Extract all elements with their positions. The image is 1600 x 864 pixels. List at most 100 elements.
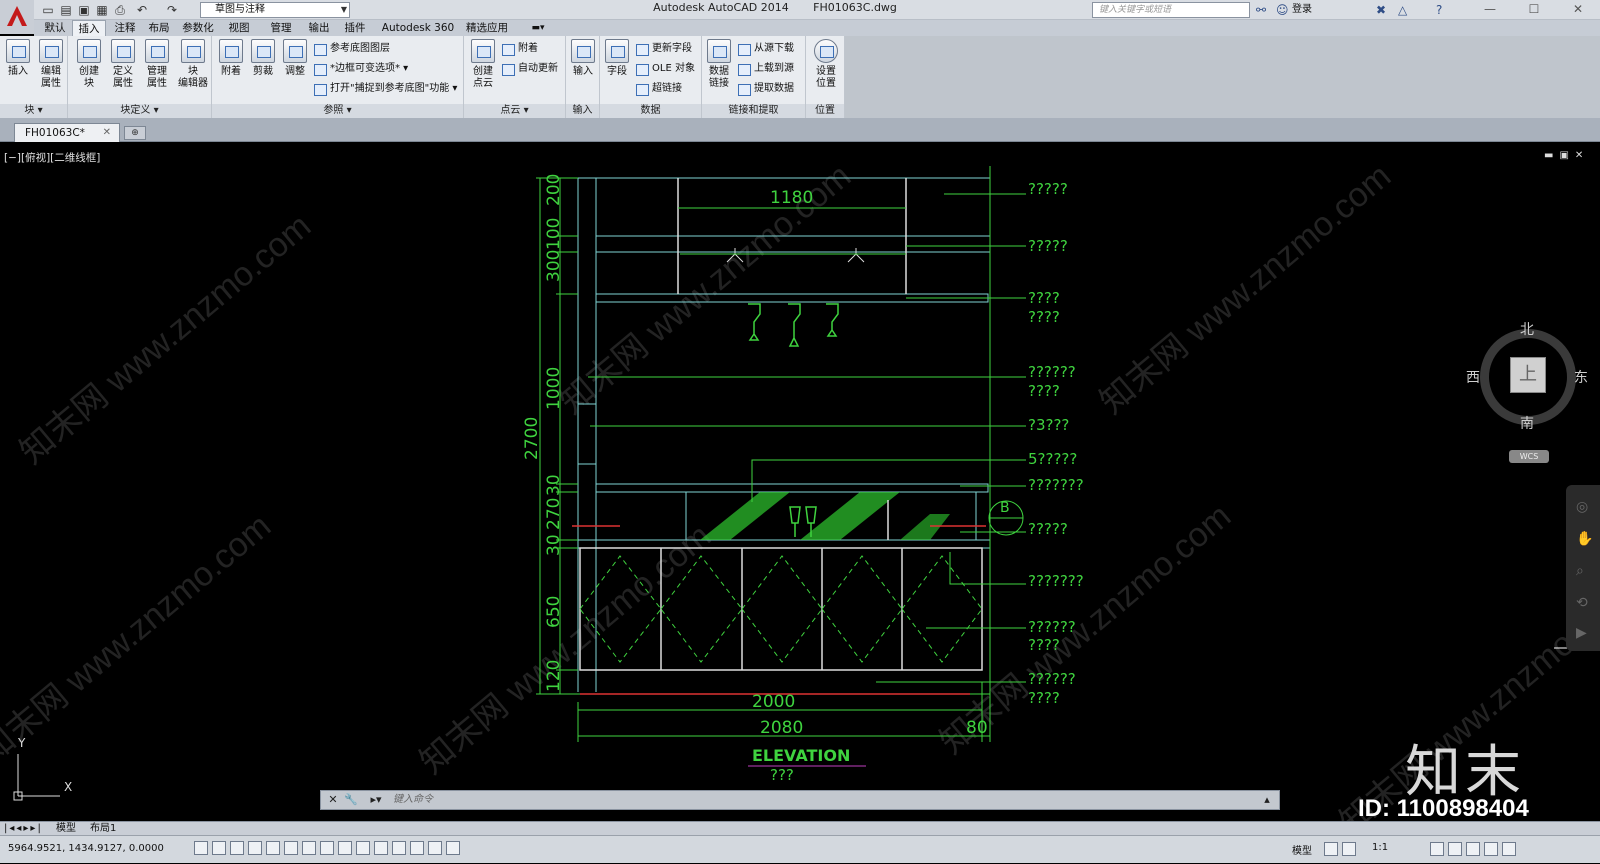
undo-icon[interactable]: ↶ <box>134 2 150 18</box>
isolate-objects-icon[interactable] <box>1484 842 1498 856</box>
set-location-button[interactable]: 设置 位置 <box>810 39 842 90</box>
tab-plugins[interactable]: 插件 <box>340 20 370 36</box>
orbit-icon[interactable]: ⟲ <box>1576 595 1588 611</box>
workspace-select[interactable]: 草图与注释 ▼ <box>200 2 350 18</box>
update-fields-button[interactable]: 更新字段 <box>636 42 692 56</box>
model-space-toggle[interactable]: 模型 <box>1292 842 1312 857</box>
tab-layout[interactable]: 布局 <box>144 20 174 36</box>
tab-layout1[interactable]: 布局1 <box>90 822 116 835</box>
extract-data-button[interactable]: 提取数据 <box>738 82 794 96</box>
save-as-icon[interactable]: ▦ <box>94 2 110 18</box>
compass-north[interactable]: 北 <box>1520 319 1534 339</box>
search-input[interactable]: 键入关键字或短语 <box>1092 2 1250 18</box>
edit-attributes-button[interactable]: 编辑 属性 <box>36 39 66 90</box>
annotation-monitor-icon[interactable] <box>446 841 460 855</box>
snap-mode-icon[interactable] <box>212 841 226 855</box>
data-link-button[interactable]: 数据 链接 <box>704 39 734 90</box>
tab-featured-apps[interactable]: 精选应用 <box>462 20 512 36</box>
a360-icon[interactable]: △ <box>1398 2 1407 18</box>
tab-parametric[interactable]: 参数化 <box>178 20 218 36</box>
new-tab-button[interactable]: ⊕ <box>124 126 146 140</box>
import-button[interactable]: 输入 <box>568 39 598 78</box>
drawing-canvas[interactable]: 知末网 www.znzmo.com 知末网 www.znzmo.com 知末网 … <box>0 142 1600 821</box>
help-icon[interactable]: ? <box>1436 2 1442 18</box>
insert-block-button[interactable]: 插入 <box>4 39 32 78</box>
workspace-switching-icon[interactable] <box>1430 842 1444 856</box>
infer-constraints-icon[interactable] <box>194 841 208 855</box>
viewcube[interactable]: 上 北 南 东 西 <box>1466 317 1590 437</box>
tab-output[interactable]: 输出 <box>304 20 334 36</box>
polar-tracking-icon[interactable] <box>266 841 280 855</box>
panel-block-definition-label[interactable]: 块定义 ▾ <box>68 104 211 118</box>
annotation-scale[interactable]: 1:1 <box>1372 842 1388 853</box>
hyperlink-button[interactable]: 超链接 <box>636 82 682 96</box>
close-tab-icon[interactable]: ✕ <box>103 124 111 142</box>
panel-block-label[interactable]: 块 ▾ <box>0 104 67 118</box>
clip-button[interactable]: 剪裁 <box>248 39 278 78</box>
viewcube-face-top[interactable]: 上 <box>1510 357 1546 393</box>
create-block-button[interactable]: 创建 块 <box>74 39 104 90</box>
coordinate-readout[interactable]: 5964.9521, 1434.9127, 0.0000 <box>8 843 164 854</box>
customize-icon[interactable]: 🔧 <box>343 793 359 807</box>
object-snap-icon[interactable] <box>284 841 298 855</box>
exchange-icon[interactable]: ✖ <box>1376 2 1386 18</box>
manage-attributes-button[interactable]: 管理 属性 <box>142 39 172 90</box>
attach-button[interactable]: 附着 <box>216 39 246 78</box>
login-button[interactable]: 登录 <box>1292 2 1312 18</box>
3d-osnap-icon[interactable] <box>302 841 316 855</box>
block-editor-button[interactable]: 块 编辑器 <box>176 39 210 90</box>
panel-point-cloud-label[interactable]: 点云 ▾ <box>464 104 565 118</box>
quick-properties-icon[interactable] <box>410 841 424 855</box>
close-icon[interactable]: ✕ <box>1558 0 1598 20</box>
define-attributes-button[interactable]: 定义 属性 <box>108 39 138 90</box>
layout-nav-arrows[interactable]: |◂◂▸▸| <box>4 822 43 835</box>
clean-screen-icon[interactable] <box>1502 842 1516 856</box>
object-snap-tracking-icon[interactable] <box>320 841 334 855</box>
tab-view[interactable]: 视图 <box>224 20 254 36</box>
dynamic-ucs-icon[interactable] <box>338 841 352 855</box>
redo-icon[interactable]: ↷ <box>164 2 180 18</box>
open-icon[interactable]: ▤ <box>58 2 74 18</box>
steering-wheel-icon[interactable]: ◎ <box>1576 499 1588 515</box>
lock-icon[interactable] <box>1448 842 1462 856</box>
snap-to-underlay-dropdown[interactable]: 打开"捕捉到参考底图"功能 ▾ <box>314 82 457 96</box>
save-icon[interactable]: ▣ <box>76 2 92 18</box>
underlay-layers-button[interactable]: 参考底图图层 <box>314 42 390 56</box>
lineweight-icon[interactable] <box>374 841 388 855</box>
showmotion-icon[interactable]: ▶ <box>1576 625 1587 641</box>
new-icon[interactable]: ▭ <box>40 2 56 18</box>
create-point-cloud-button[interactable]: 创建 点云 <box>468 39 498 90</box>
ribbon-options-icon[interactable]: ▬▾ <box>528 20 548 36</box>
command-input[interactable]: 键入命令 <box>393 792 433 808</box>
selection-cycling-icon[interactable] <box>428 841 442 855</box>
recent-commands-icon[interactable]: ▸▾ <box>365 793 387 807</box>
auto-update-button[interactable]: 自动更新 <box>502 62 558 76</box>
minimize-icon[interactable]: — <box>1470 0 1510 20</box>
compass-south[interactable]: 南 <box>1520 413 1534 433</box>
zoom-icon[interactable]: ⌕ <box>1576 563 1584 579</box>
dynamic-input-icon[interactable] <box>356 841 370 855</box>
upload-to-source-button[interactable]: 上载到源 <box>738 62 794 76</box>
panel-reference-label[interactable]: 参照 ▾ <box>212 104 463 118</box>
point-cloud-attach-button[interactable]: 附着 <box>502 42 538 56</box>
autocad-app-menu-button[interactable] <box>0 0 34 34</box>
pan-icon[interactable]: ✋ <box>1576 531 1593 547</box>
file-tab[interactable]: FH01063C* ✕ <box>14 123 120 142</box>
frame-options-dropdown[interactable]: *边框可变选项* ▾ <box>314 62 408 76</box>
adjust-button[interactable]: 调整 <box>280 39 310 78</box>
grid-display-icon[interactable] <box>230 841 244 855</box>
binoculars-icon[interactable]: ⚯ <box>1256 2 1266 18</box>
ole-object-button[interactable]: OLE 对象 <box>636 62 695 76</box>
transparency-icon[interactable] <box>392 841 406 855</box>
close-command-icon[interactable]: ✕ <box>325 793 341 807</box>
command-line[interactable]: ✕ 🔧 ▸▾ 键入命令 ▴ <box>320 790 1280 810</box>
wcs-menu[interactable]: WCS <box>1509 450 1549 463</box>
tab-manage[interactable]: 管理 <box>266 20 296 36</box>
field-button[interactable]: 字段 <box>602 39 632 78</box>
tab-autodesk-360[interactable]: Autodesk 360 <box>378 20 458 36</box>
ortho-mode-icon[interactable] <box>248 841 262 855</box>
tab-model[interactable]: 模型 <box>56 822 76 835</box>
tab-annotate[interactable]: 注释 <box>110 20 140 36</box>
maximize-icon[interactable]: ☐ <box>1514 0 1554 20</box>
download-from-source-button[interactable]: 从源下载 <box>738 42 794 56</box>
